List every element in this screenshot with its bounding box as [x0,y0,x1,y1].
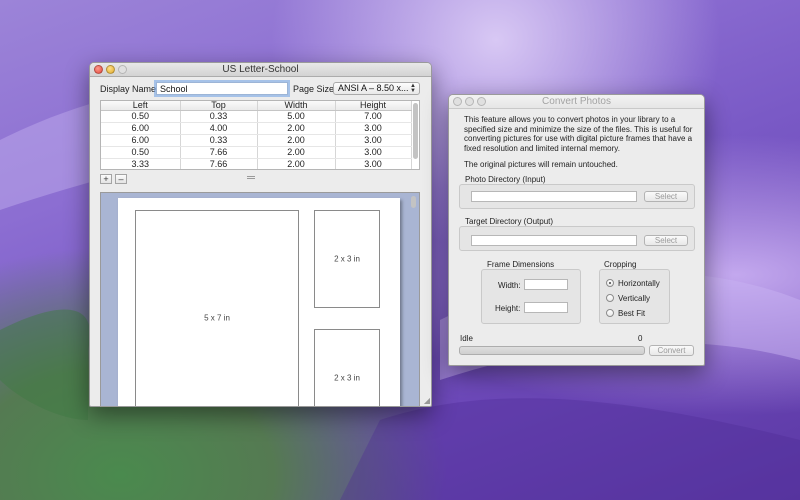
layout-editor-titlebar[interactable]: US Letter-School [90,63,431,77]
close-icon[interactable] [453,97,462,106]
table-header-row: Left Top Width Height [101,101,412,111]
cropping-option-best-fit[interactable]: Best Fit [606,308,646,318]
photo-slot-large[interactable]: 5 x 7 in [135,210,299,406]
page-preview: 5 x 7 in 2 x 3 in 2 x 3 in [118,198,400,406]
table-cell[interactable]: 3.00 [335,122,412,135]
cropping-option-label: Horizontally [618,279,660,288]
table-row[interactable]: 6.00 0.33 2.00 3.00 [101,134,412,147]
photo-directory-group: Select [459,184,695,209]
frame-dimensions-label: Frame Dimensions [487,260,555,269]
layout-canvas: 5 x 7 in 2 x 3 in 2 x 3 in [100,192,420,406]
photo-slot-label: 2 x 3 in [334,254,360,264]
photo-slot-label: 5 x 7 in [204,313,230,322]
cropping-label: Cropping [604,260,637,269]
add-slot-button[interactable]: + [100,174,112,184]
target-directory-group: Select [459,226,695,251]
radio-icon[interactable] [606,293,614,302]
target-directory-input[interactable] [471,235,637,246]
table-cell[interactable]: 0.33 [180,134,258,147]
table-cell[interactable]: 2.00 [257,146,336,159]
zoom-icon[interactable] [118,65,127,74]
table-row[interactable]: 0.50 7.66 2.00 3.00 [101,146,412,159]
table-cell[interactable]: 3.33 [101,158,181,169]
window-title: Convert Photos [542,96,611,107]
column-header-left[interactable]: Left [101,101,181,111]
width-input[interactable] [524,279,568,290]
width-label: Width: [498,281,521,290]
column-header-top[interactable]: Top [180,101,258,111]
canvas-scrollbar[interactable] [411,196,416,208]
resize-grip-icon[interactable]: ◢ [424,397,430,405]
table-cell[interactable]: 7.66 [180,158,258,169]
table-row[interactable]: 6.00 4.00 2.00 3.00 [101,122,412,135]
close-icon[interactable] [94,65,103,74]
minimize-icon[interactable] [465,97,474,106]
conversion-progress-bar [459,346,645,355]
column-header-width[interactable]: Width [257,101,336,111]
cropping-option-horizontally[interactable]: Horizontally [606,278,660,288]
table-cell[interactable]: 6.00 [101,134,181,147]
cropping-option-label: Vertically [618,294,651,303]
photo-directory-input[interactable] [471,191,637,202]
table-row[interactable]: 0.50 0.33 5.00 7.00 [101,110,412,123]
untouched-note: The original pictures will remain untouc… [464,160,618,169]
radio-icon[interactable] [606,308,614,317]
photo-directory-label: Photo Directory (Input) [465,175,546,184]
converted-count: 0 [638,334,643,343]
table-cell[interactable]: 0.50 [101,146,181,159]
convert-photos-window: Convert Photos This feature allows you t… [448,94,705,366]
status-text: Idle [460,334,473,343]
table-cell[interactable]: 2.00 [257,122,336,135]
convert-button[interactable]: Convert [649,345,694,356]
table-cell[interactable]: 2.00 [257,158,336,169]
feature-description: This feature allows you to convert photo… [464,115,693,153]
table-cell[interactable]: 3.00 [335,134,412,147]
layout-editor-window: US Letter-School Display Name: School Pa… [89,62,432,407]
page-size-popup[interactable]: ANSI A – 8.50 x... ▲ ▼ [333,82,420,95]
height-label: Height: [495,304,521,313]
table-cell[interactable]: 0.33 [180,110,258,123]
frame-dimensions-group: Width: Height: [481,269,581,324]
slots-table[interactable]: Left Top Width Height 0.50 0.33 5.00 7.0… [100,100,420,170]
table-cell[interactable]: 3.00 [335,158,412,169]
table-cell[interactable]: 7.00 [335,110,412,123]
popup-arrows-icon: ▲ ▼ [410,83,416,94]
table-cell[interactable]: 0.50 [101,110,181,123]
table-cell[interactable]: 5.00 [257,110,336,123]
table-cell[interactable]: 7.66 [180,146,258,159]
table-row[interactable]: 3.33 7.66 2.00 3.00 [101,158,412,169]
select-target-directory-button[interactable]: Select [644,235,688,246]
table-cell[interactable]: 2.00 [257,134,336,147]
cropping-option-label: Best Fit [618,309,646,318]
window-title: US Letter-School [222,64,299,75]
page-size-label: Page Size: [293,84,337,94]
radio-selected-icon[interactable] [606,278,614,287]
height-input[interactable] [524,302,568,313]
display-name-label: Display Name: [100,84,159,94]
cropping-option-vertically[interactable]: Vertically [606,293,651,303]
split-view-grip[interactable] [247,176,255,179]
cropping-group: Horizontally Vertically Best Fit [599,269,670,324]
table-cell[interactable]: 4.00 [180,122,258,135]
photo-slot-small[interactable]: 2 x 3 in [314,329,380,406]
zoom-icon[interactable] [477,97,486,106]
target-directory-label: Target Directory (Output) [465,217,554,226]
column-header-height[interactable]: Height [335,101,412,111]
select-photo-directory-button[interactable]: Select [644,191,688,202]
remove-slot-button[interactable]: – [115,174,127,184]
table-cell[interactable]: 3.00 [335,146,412,159]
photo-slot-small[interactable]: 2 x 3 in [314,210,380,308]
table-scrollbar[interactable] [413,103,418,159]
display-name-input[interactable]: School [156,82,288,95]
table-cell[interactable]: 6.00 [101,122,181,135]
minimize-icon[interactable] [106,65,115,74]
photo-slot-label: 2 x 3 in [334,373,360,383]
convert-photos-titlebar[interactable]: Convert Photos [449,95,704,109]
page-size-value: ANSI A – 8.50 x... [338,83,409,93]
